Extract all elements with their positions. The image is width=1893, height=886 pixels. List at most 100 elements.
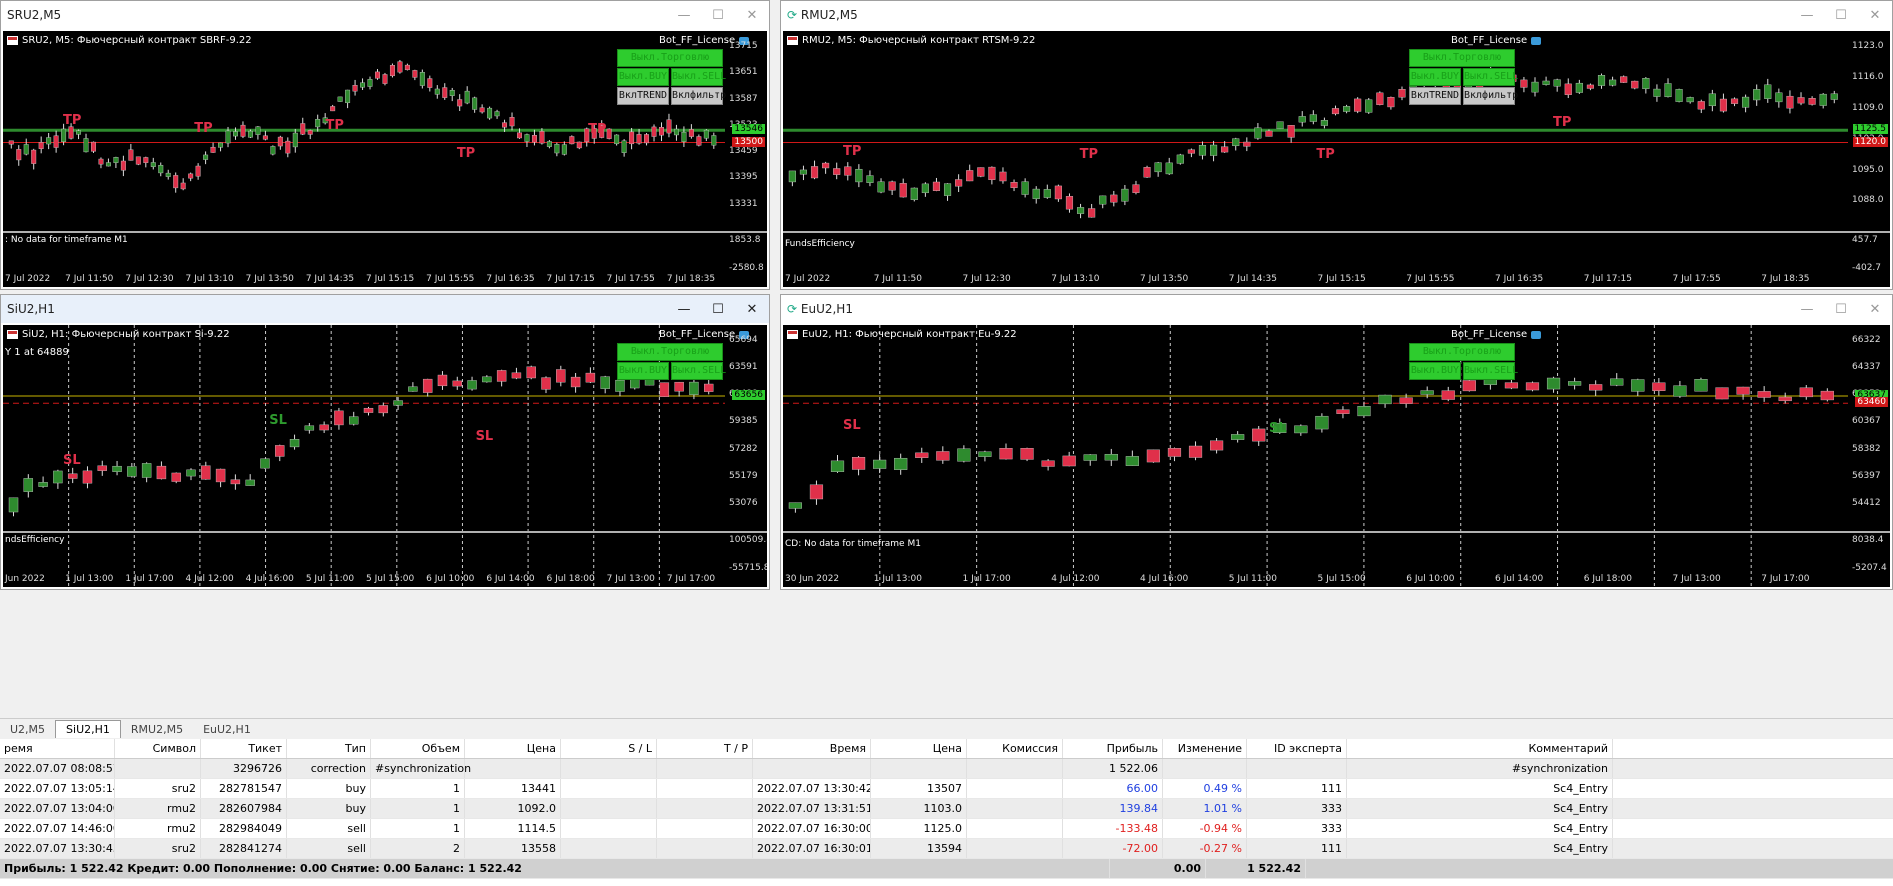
candle	[688, 129, 694, 137]
candle	[659, 127, 664, 136]
disable-buy-button[interactable]: Выкл.BUY	[617, 68, 669, 86]
table-row[interactable]: 2022.07.07 14:46:00 rmu2 282984049 sell 1 111…	[0, 819, 1893, 839]
table-row[interactable]: 2022.07.07 13:30:43 sru2 282841274 sell 2 135…	[0, 839, 1893, 859]
table-row[interactable]: 2022.07.07 13:05:14 sru2 282781547 buy 1 1344…	[0, 779, 1893, 799]
close-icon[interactable]: ✕	[735, 302, 769, 317]
maximize-icon[interactable]: ☐	[701, 302, 735, 317]
minimize-icon[interactable]: —	[667, 302, 701, 317]
candle	[517, 132, 522, 139]
window-titlebar[interactable]: ⟳ RMU2,M5 — ☐ ✕	[781, 1, 1892, 29]
tab-euu2[interactable]: EuU2,H1	[193, 721, 261, 738]
disable-buy-button[interactable]: Выкл.BUY	[1409, 68, 1461, 86]
cell	[1163, 759, 1247, 778]
close-icon[interactable]: ✕	[735, 8, 769, 23]
window-titlebar[interactable]: SRU2,M5 — ☐ ✕	[1, 1, 769, 29]
disable-sell-button[interactable]: Выкл.SELL	[1463, 68, 1518, 86]
close-icon[interactable]: ✕	[1858, 8, 1892, 23]
window-title: SiU2,H1	[7, 302, 55, 316]
candle	[434, 88, 440, 95]
tab-sru2[interactable]: U2,M5	[0, 721, 55, 738]
y-axis-tick: 1116.0	[1852, 71, 1884, 82]
tab-siu2[interactable]: SiU2,H1	[55, 720, 121, 738]
disable-trading-button[interactable]: Выкл.Торговлю	[617, 343, 723, 361]
y-axis-tick: 1095.0	[1852, 164, 1884, 175]
table-row[interactable]: 2022.07.07 08:08:57 3296726 correction #syn…	[0, 759, 1893, 779]
candle	[955, 179, 963, 187]
disable-sell-button[interactable]: Выкл.SELL	[671, 362, 726, 380]
cell	[657, 759, 753, 778]
chart-window-rmu2[interactable]: ⟳ RMU2,M5 — ☐ ✕ RMU2, M5: Фьючерсный кон…	[780, 0, 1893, 290]
window-title: ⟳ RMU2,M5	[787, 8, 1790, 22]
disable-sell-button[interactable]: Выкл.SELL	[671, 68, 726, 86]
candle	[936, 451, 950, 461]
disable-trading-button[interactable]: Выкл.Торговлю	[1409, 49, 1515, 67]
disable-trading-button[interactable]: Выкл.Торговлю	[1409, 343, 1515, 361]
chart-window-euu2[interactable]: ⟳ EuU2,H1 — ☐ ✕ EuU2, H1: Фьючерсный кон…	[780, 294, 1893, 590]
price-chart[interactable]: RMU2, M5: Фьючерсный контракт RTSM-9.22 …	[783, 31, 1890, 287]
x-axis-tick: 7 Jul 13:50	[245, 274, 294, 284]
window-titlebar[interactable]: ⟳ EuU2,H1 — ☐ ✕	[781, 295, 1892, 323]
enable-trend-button[interactable]: ВклTREND	[1409, 87, 1461, 105]
maximize-icon[interactable]: ☐	[1824, 302, 1858, 317]
candle	[830, 460, 845, 472]
candle	[127, 466, 137, 477]
y-axis-tick: 65694	[729, 335, 758, 345]
minimize-icon[interactable]: —	[1790, 302, 1824, 317]
candle	[201, 465, 211, 480]
candle	[1062, 455, 1076, 467]
candle	[422, 378, 433, 393]
disable-buy-button[interactable]: Выкл.BUY	[1409, 362, 1461, 380]
cell	[967, 819, 1063, 838]
candle	[337, 96, 343, 102]
price-chart[interactable]: EuU2, H1: Фьючерсный контракт Eu-9.22 Bo…	[783, 325, 1890, 587]
candle	[367, 79, 373, 87]
price-chart[interactable]: SRU2, M5: Фьючерсный контракт SBRF-9.22 …	[3, 31, 767, 287]
cell: Комментарий	[1347, 739, 1613, 758]
minimize-icon[interactable]: —	[1790, 8, 1824, 23]
x-axis-tick: 6 Jul 14:00	[486, 574, 535, 584]
candle	[1331, 108, 1340, 115]
cell: 13441	[465, 779, 561, 798]
enable-filter-button[interactable]: Вклфильтр	[1463, 87, 1518, 105]
price-chart[interactable]: SiU2, H1: Фьючерсный контракт Si-9.22 Y …	[3, 325, 767, 587]
candle	[1564, 83, 1572, 95]
candle	[877, 181, 885, 193]
chart-window-sru2[interactable]: SRU2,M5 — ☐ ✕ SRU2, M5: Фьючерсный контр…	[0, 0, 770, 290]
maximize-icon[interactable]: ☐	[701, 8, 735, 23]
enable-filter-button[interactable]: Вклфильтр	[671, 87, 726, 105]
disable-trading-button[interactable]: Выкл.Торговлю	[617, 49, 723, 67]
window-title: ⟳ EuU2,H1	[787, 302, 1790, 316]
x-axis-tick: 7 Jul 15:15	[366, 274, 415, 284]
tab-rmu2[interactable]: RMU2,M5	[121, 721, 193, 738]
candle	[158, 165, 164, 174]
candle	[978, 451, 992, 457]
candle	[1083, 454, 1097, 461]
candle	[195, 165, 201, 177]
cell: rmu2	[115, 799, 201, 818]
disable-sell-button[interactable]: Выкл.SELL	[1463, 362, 1518, 380]
candle	[585, 372, 596, 383]
cell: 1103.0	[871, 799, 967, 818]
chart-window-siu2[interactable]: SiU2,H1 — ☐ ✕ SiU2, H1: Фьючерсный контр…	[0, 294, 770, 590]
candle	[977, 167, 985, 177]
cell: 2022.07.07 13:30:42	[753, 779, 871, 798]
x-axis-tick: 7 Jul 13:50	[1140, 274, 1189, 284]
minimize-icon[interactable]: —	[667, 8, 701, 23]
candle	[472, 97, 478, 110]
candle	[8, 140, 14, 145]
x-axis-tick: 30 Jun 2022	[785, 574, 840, 584]
candle	[822, 162, 830, 169]
candle	[1742, 96, 1750, 108]
maximize-icon[interactable]: ☐	[1824, 8, 1858, 23]
close-icon[interactable]: ✕	[1858, 302, 1892, 317]
candle	[659, 382, 670, 397]
y-axis-tick: 66322	[1852, 335, 1881, 345]
price-tag: 63460	[1855, 397, 1888, 408]
disable-buy-button[interactable]: Выкл.BUY	[617, 362, 669, 380]
window-titlebar[interactable]: SiU2,H1 — ☐ ✕	[1, 295, 769, 323]
candle	[526, 366, 536, 379]
candle	[539, 131, 545, 144]
table-row[interactable]: 2022.07.07 13:04:00 rmu2 282607984 buy 1 1092…	[0, 799, 1893, 819]
candle	[352, 85, 358, 92]
enable-trend-button[interactable]: ВклTREND	[617, 87, 669, 105]
